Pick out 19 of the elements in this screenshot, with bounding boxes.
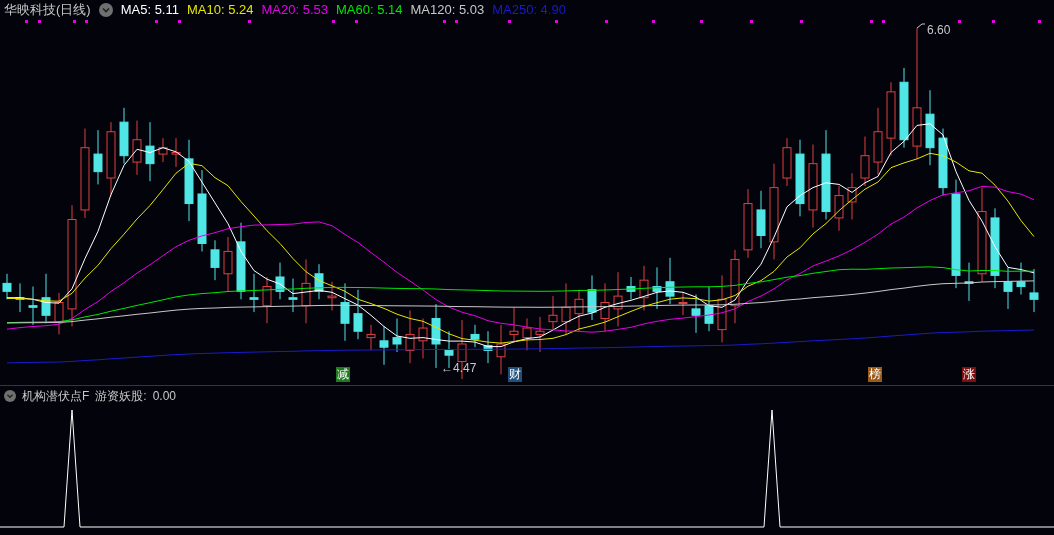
leader-line [916, 23, 926, 29]
moving-average-legend: MA20: 5.53 [261, 0, 328, 20]
moving-average-legend: MA250: 4.90 [492, 0, 566, 20]
indicator-name: 机构潜伏点F [22, 387, 90, 405]
low-price-label: ←4.47 [441, 360, 477, 375]
event-marker[interactable]: 财 [508, 367, 522, 382]
moving-average-legend: MA10: 5.24 [186, 0, 254, 20]
event-marker[interactable]: 涨 [962, 367, 976, 382]
stock-title: 华映科技(日线) [4, 1, 91, 20]
indicator-label: 游资妖股: [95, 387, 147, 405]
moving-average-legend: MA60: 5.14 [335, 0, 403, 20]
event-marker[interactable]: 榜 [868, 367, 882, 382]
moving-average-legend: MA5: 5.11 [120, 0, 179, 20]
dropdown-icon[interactable] [4, 389, 16, 402]
high-price-label: 6.60 [927, 23, 951, 37]
event-marker[interactable]: 减 [336, 367, 350, 382]
dropdown-icon[interactable] [98, 3, 113, 17]
moving-average-legend: MA120: 5.03 [410, 0, 485, 20]
indicator-value: 0.00 [152, 387, 177, 405]
